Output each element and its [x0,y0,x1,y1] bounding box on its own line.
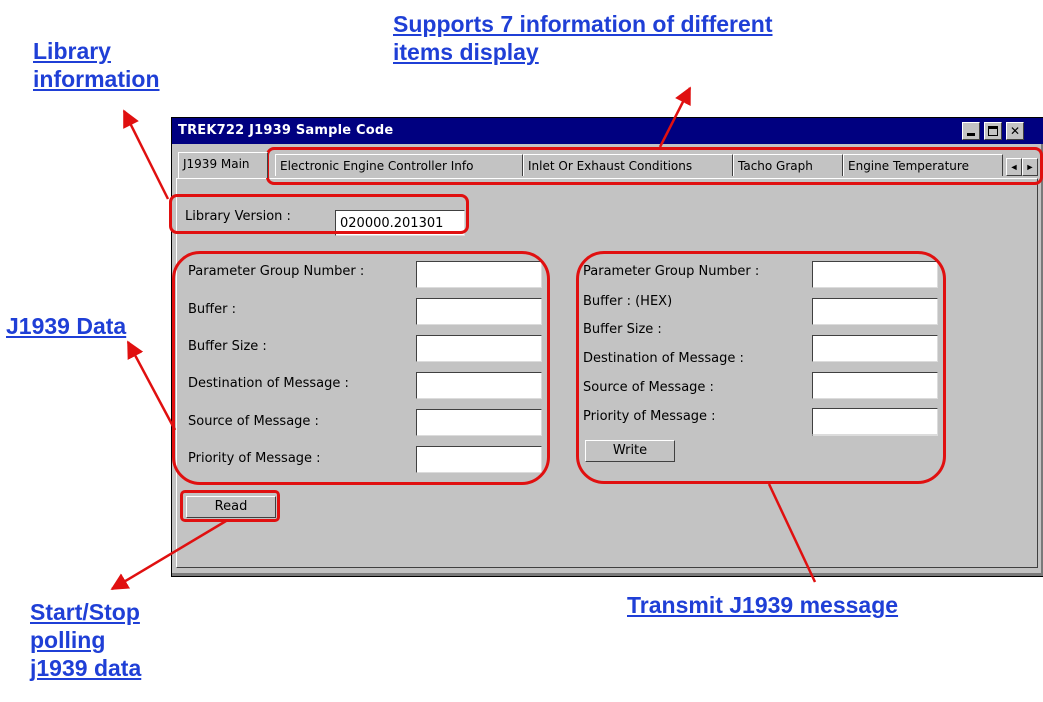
window-title: TREK722 J1939 Sample Code [178,123,394,138]
highlight-tabs [266,147,1043,185]
annotation-library-information: Library information [33,38,160,92]
highlight-transmit-data [576,251,946,484]
close-icon: ✕ [1009,124,1021,138]
tab-j1939-main[interactable]: J1939 Main [178,152,268,178]
highlight-read-button [180,490,280,522]
highlight-receive-data [172,251,550,485]
title-bar[interactable]: TREK722 J1939 Sample Code ✕ [172,118,1043,144]
minimize-icon [967,133,975,136]
annotation-start-stop-polling: Start/Stop polling j1939 data [30,599,142,681]
annotation-transmit-message: Transmit J1939 message [627,592,899,618]
arrow-j1939-data [126,340,177,431]
highlight-library-version [169,194,469,234]
maximize-icon [988,126,998,136]
annotation-j1939-data: J1939 Data [6,313,127,339]
arrow-library-information [122,109,170,200]
maximize-button[interactable] [984,122,1002,140]
minimize-button[interactable] [962,122,980,140]
close-button[interactable]: ✕ [1006,122,1024,140]
annotation-supports-tabs: Supports 7 information of different item… [393,11,773,65]
